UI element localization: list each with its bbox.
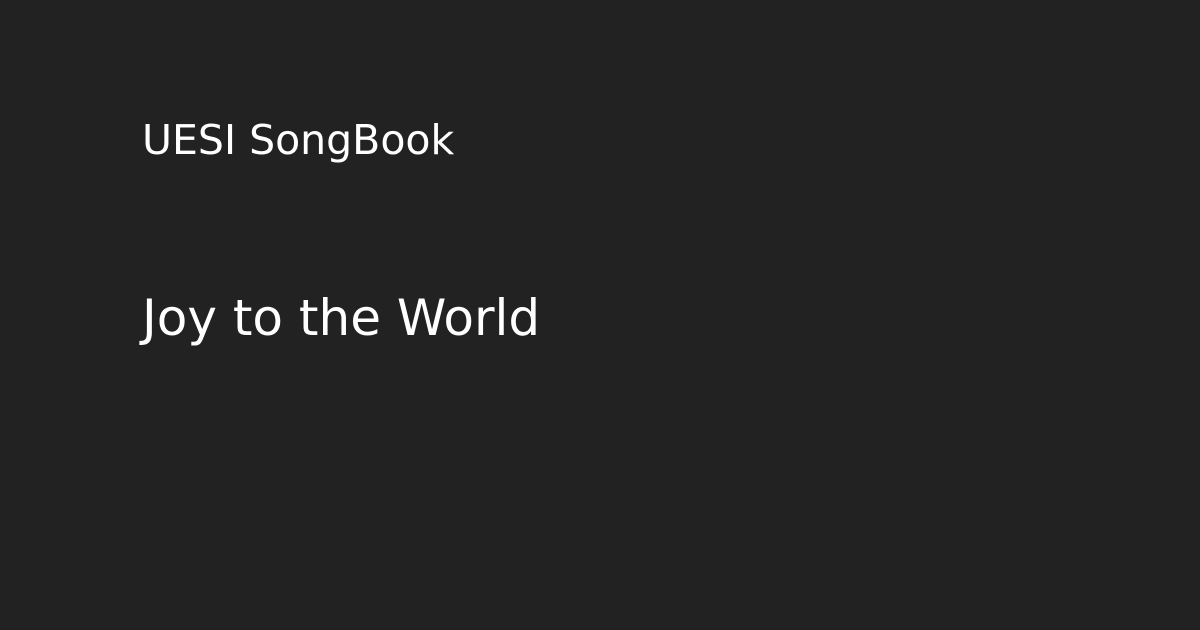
song-title: Joy to the World — [142, 289, 541, 347]
social-preview-card: UESI SongBook Joy to the World — [0, 0, 1200, 630]
site-name: UESI SongBook — [142, 116, 455, 164]
